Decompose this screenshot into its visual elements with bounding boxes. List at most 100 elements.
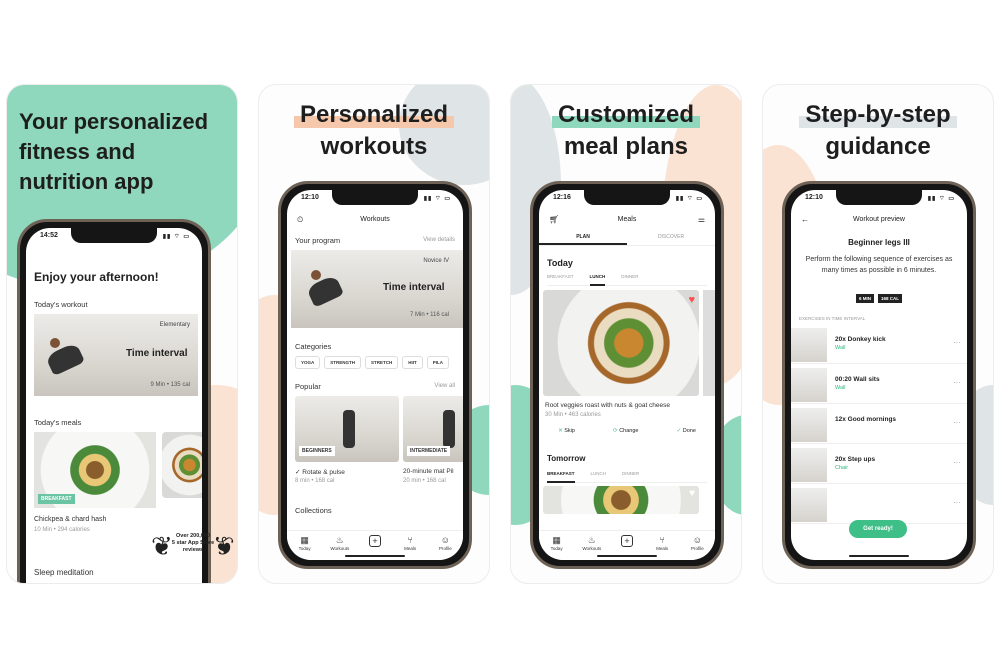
signal-icon: ▮▮ ⌔ ▭: [423, 196, 451, 202]
dish-image[interactable]: ♥: [543, 290, 699, 396]
tab-profile[interactable]: ☺ Profile: [685, 535, 709, 551]
phone-frame: 12:10 ▮▮ ⌔ ▭ ⏲ Workouts Your program View…: [278, 181, 472, 569]
panel-heading: Customized meal plans: [511, 99, 741, 163]
exercise-image: [791, 408, 827, 442]
more-icon[interactable]: ···: [953, 498, 961, 507]
workout-description: Perform the following sequence of exerci…: [805, 256, 953, 274]
meal-card-image[interactable]: BREAKFAST: [34, 432, 156, 508]
timer-icon[interactable]: ⏲: [297, 212, 303, 228]
more-icon[interactable]: ···: [953, 418, 961, 427]
popular-meta: 20 min • 168 cal: [403, 478, 446, 484]
tab-meals[interactable]: ⑂ Meals: [650, 535, 674, 551]
tomorrow-dish-image[interactable]: ♥: [543, 486, 699, 514]
signal-icon: ▮▮ ⌔ ▭: [675, 196, 703, 202]
get-ready-button[interactable]: Get ready!: [849, 520, 907, 538]
person-head: [311, 270, 321, 280]
meal-type-tabs: BREAKFAST LUNCH DINNER: [547, 274, 707, 286]
more-icon[interactable]: ···: [953, 338, 961, 347]
popular-label: Popular: [295, 382, 321, 391]
phone-frame: 12:16 ▮▮ ⌔ ▭ 🛒︎ Meals ⚌ PLAN DISCOVER Tod…: [530, 181, 724, 569]
tab-add[interactable]: +: [615, 535, 639, 547]
tab-breakfast[interactable]: BREAKFAST: [547, 471, 575, 483]
exercise-row[interactable]: 20x Step ups Chair ···: [791, 446, 967, 484]
exercise-equipment: Wall: [835, 345, 846, 351]
filter-icon[interactable]: ⚌: [698, 212, 705, 228]
status-time: 12:10: [301, 194, 319, 201]
badge-line-2: 5 star App Store: [171, 540, 215, 546]
tab-today[interactable]: ▦ Today: [545, 535, 569, 551]
chip-pilates[interactable]: PILA: [426, 356, 450, 369]
tab-profile[interactable]: ☺ Profile: [433, 535, 457, 551]
tab-discover[interactable]: DISCOVER: [627, 232, 715, 245]
calendar-icon: ▦: [552, 535, 561, 545]
popular-person-image: [343, 410, 355, 448]
dish-image-next[interactable]: [703, 290, 715, 396]
exercise-image: [791, 328, 827, 362]
tab-breakfast[interactable]: BREAKFAST: [547, 274, 574, 285]
chip-stretch[interactable]: STRETCH: [365, 356, 399, 369]
tab-plan[interactable]: PLAN: [539, 232, 627, 245]
exercise-row[interactable]: 12x Good mornings ···: [791, 406, 967, 444]
tab-add[interactable]: +: [363, 535, 387, 547]
more-icon[interactable]: ···: [953, 458, 961, 467]
meal-type-tabs-tomorrow: BREAKFAST LUNCH DINNER: [547, 471, 707, 483]
todays-meals-label: Today's meals: [34, 418, 82, 427]
heading-line-2: workouts: [320, 133, 428, 160]
heading-line-1: Customized: [551, 101, 700, 128]
tab-workouts[interactable]: ♨ Workouts: [328, 535, 352, 551]
panel-workouts: Personalized workouts 12:10 ▮▮ ⌔ ▭ ⏲ Work…: [258, 84, 490, 584]
workout-person-image: [44, 341, 86, 377]
exercise-row[interactable]: 00:20 Wall sits Wall ···: [791, 366, 967, 404]
more-icon[interactable]: ···: [953, 378, 961, 387]
tab-dinner[interactable]: DINNER: [621, 274, 638, 285]
exercise-row[interactable]: 20x Donkey kick Wall ···: [791, 326, 967, 364]
tab-today[interactable]: ▦ Today: [293, 535, 317, 551]
tab-lunch[interactable]: LUNCH: [591, 471, 607, 482]
status-time: 12:10: [805, 194, 823, 201]
tab-lunch[interactable]: LUNCH: [589, 274, 606, 286]
done-button[interactable]: ✓ Done: [677, 428, 696, 434]
tab-meals[interactable]: ⑂ Meals: [398, 535, 422, 551]
todays-workout-label: Today's workout: [34, 300, 88, 309]
heart-icon[interactable]: ♥: [689, 488, 695, 499]
view-all-link[interactable]: View all: [434, 383, 455, 389]
popular-title: 20-minute mat Pil: [403, 468, 454, 475]
meal-tag: BREAKFAST: [38, 494, 75, 504]
exercise-row[interactable]: ···: [791, 486, 967, 524]
badge-line-1: Over 200,000: [176, 533, 210, 539]
person-head: [50, 338, 60, 348]
meal-card-image-next[interactable]: [162, 432, 202, 498]
tomorrow-heading: Tomorrow: [547, 454, 586, 463]
skip-button[interactable]: ✕ Skip: [558, 428, 575, 434]
chip-hiit[interactable]: HIIT: [402, 356, 423, 369]
change-button[interactable]: ⟳ Change: [613, 428, 638, 434]
popular-card[interactable]: INTERMEDIATE: [403, 396, 463, 462]
phone-screen: 12:10 ▮▮ ⌔ ▭ ← Workout preview Beginner l…: [791, 190, 967, 560]
tab-dinner[interactable]: DINNER: [622, 471, 639, 482]
calendar-icon: ▦: [300, 535, 309, 545]
review-badge: ❦ ❦ Over 200,000 5 star App Store review…: [151, 525, 235, 579]
heart-icon[interactable]: ♥: [688, 294, 695, 306]
chip-yoga[interactable]: YOGA: [295, 356, 321, 369]
panel-meal-plans: Customized meal plans 12:16 ▮▮ ⌔ ▭ 🛒︎ Mea…: [510, 84, 742, 584]
exercise-title: 00:20 Wall sits: [835, 376, 880, 383]
chip-strength[interactable]: STRENGTH: [324, 356, 362, 369]
meal-title: Chickpea & chard hash: [34, 516, 107, 523]
exercise-equipment: Wall: [835, 385, 846, 391]
workout-pills: 6 MIN 168 CAL: [791, 294, 967, 303]
today-heading: Today: [547, 258, 573, 268]
cart-icon[interactable]: 🛒︎: [549, 212, 559, 228]
workout-title: Time interval: [126, 348, 188, 359]
view-details-link[interactable]: View details: [423, 237, 455, 243]
tab-workouts[interactable]: ♨ Workouts: [580, 535, 604, 551]
notch: [71, 228, 157, 243]
profile-icon: ☺: [440, 535, 450, 545]
exercise-image: [791, 448, 827, 482]
program-person-image: [305, 274, 345, 308]
screen-title: Workouts: [360, 216, 390, 223]
screen-title: Meals: [617, 216, 637, 223]
workout-card[interactable]: Elementary Time interval 9 Min • 135 cal: [34, 314, 198, 396]
program-card[interactable]: Novice IV Time interval 7 Min • 116 cal: [291, 250, 463, 328]
popular-card[interactable]: BEGINNERS: [295, 396, 399, 462]
back-arrow-icon[interactable]: ←: [801, 212, 809, 228]
